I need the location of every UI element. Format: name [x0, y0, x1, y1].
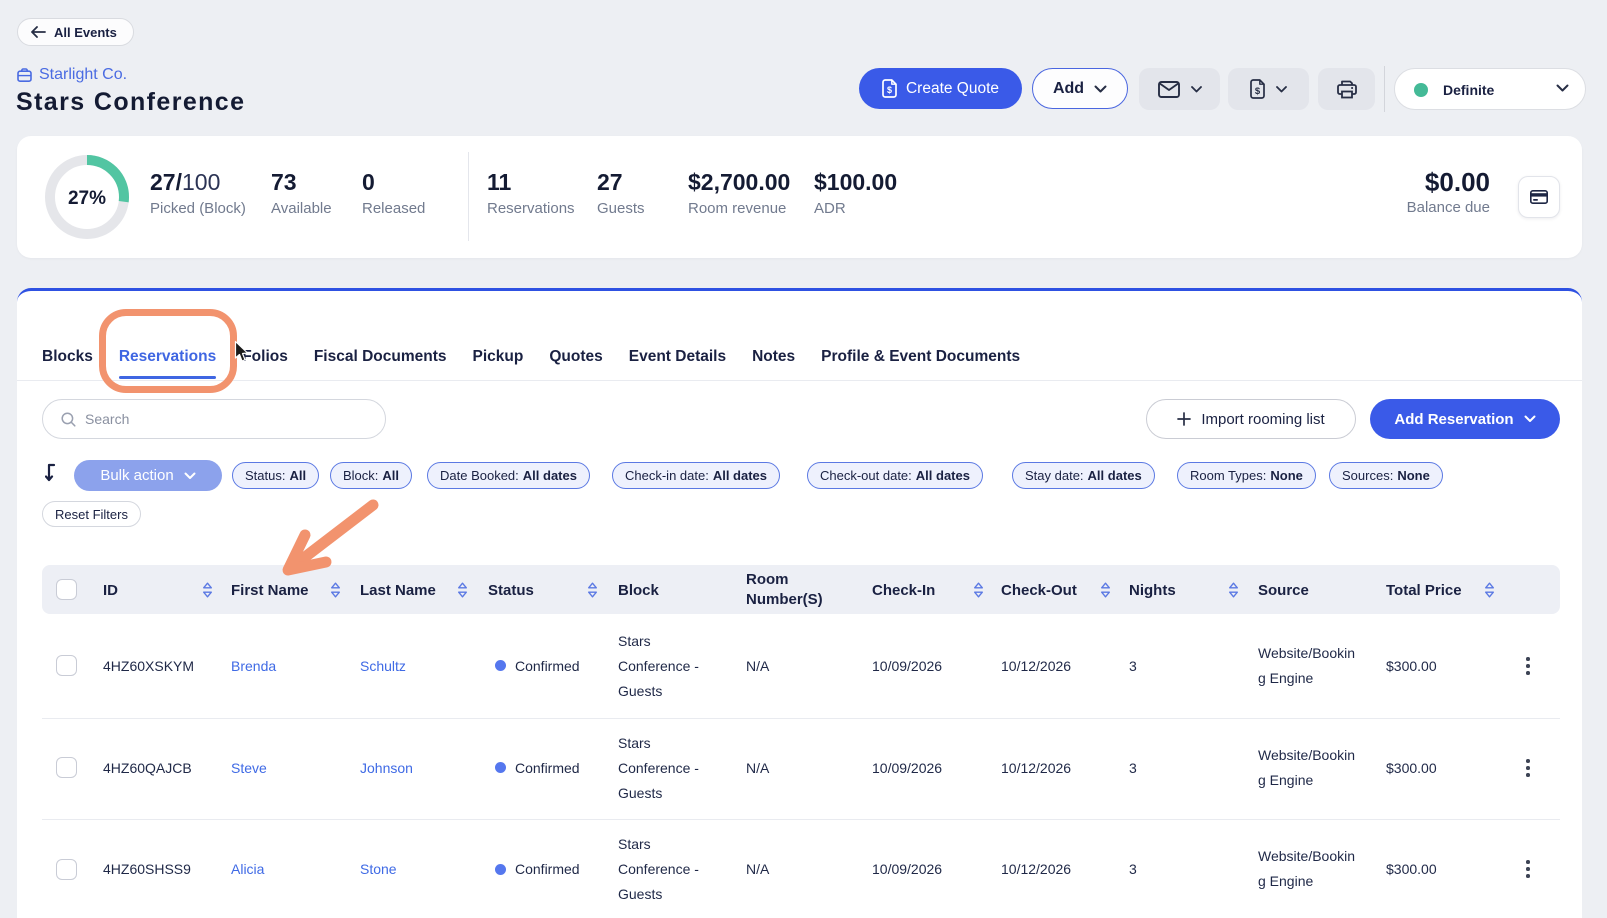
svg-text:$: $ — [887, 85, 892, 95]
svg-text:27%: 27% — [68, 188, 106, 209]
svg-text:$: $ — [1255, 86, 1261, 97]
